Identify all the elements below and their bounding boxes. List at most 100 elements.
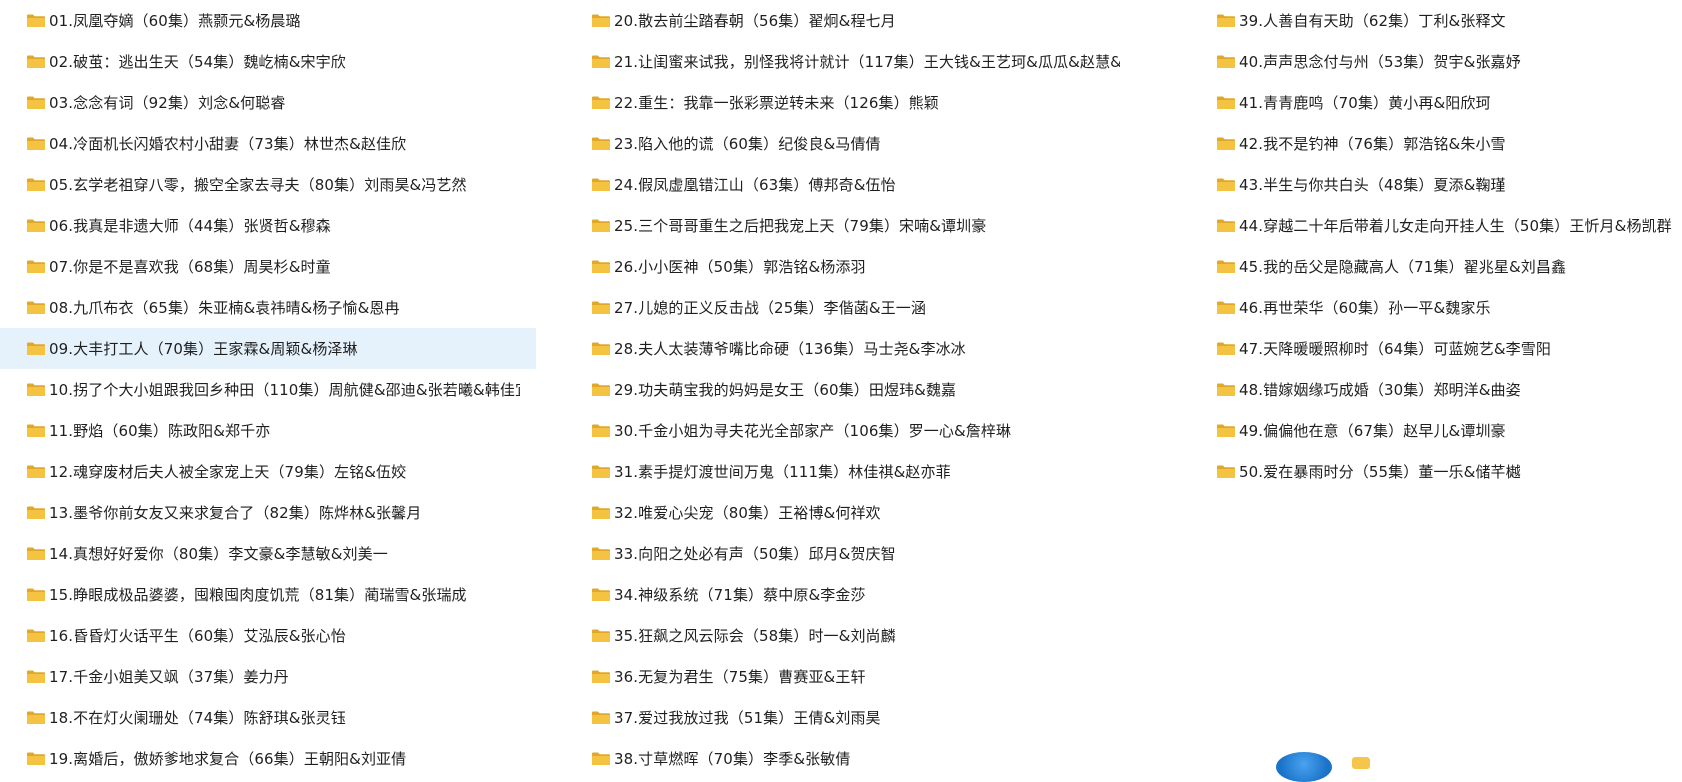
folder-icon xyxy=(592,670,610,683)
folder-item[interactable]: 11.野焰（60集）陈政阳&郑千亦 xyxy=(0,410,520,451)
folder-item[interactable]: 22.重生：我靠一张彩票逆转未来（126集）熊颖 xyxy=(560,82,1120,123)
folder-item[interactable]: 23.陷入他的谎（60集）纪俊良&马倩倩 xyxy=(560,123,1120,164)
folder-item[interactable]: 19.离婚后，傲娇爹地求复合（66集）王朝阳&刘亚倩 xyxy=(0,738,520,779)
folder-label: 27.儿媳的正义反击战（25集）李偕菡&王一涵 xyxy=(614,299,926,317)
folder-icon xyxy=(27,301,45,314)
folder-item[interactable]: 48.错嫁姻缘巧成婚（30集）郑明洋&曲姿 xyxy=(1185,369,1682,410)
folder-item[interactable]: 10.拐了个大小姐跟我回乡种田（110集）周航健&邵迪&张若曦&韩佳宜 xyxy=(0,369,520,410)
folder-icon xyxy=(27,547,45,560)
folder-label: 46.再世荣华（60集）孙一平&魏家乐 xyxy=(1239,299,1491,317)
folder-item[interactable]: 42.我不是钓神（76集）郭浩铭&朱小雪 xyxy=(1185,123,1682,164)
folder-icon xyxy=(1217,55,1235,68)
folder-item[interactable]: 26.小小医神（50集）郭浩铭&杨添羽 xyxy=(560,246,1120,287)
folder-label: 04.冷面机长闪婚农村小甜妻（73集）林世杰&赵佳欣 xyxy=(49,135,407,153)
folder-item[interactable]: 07.你是不是喜欢我（68集）周昊杉&时童 xyxy=(0,246,520,287)
folder-icon xyxy=(1217,178,1235,191)
folder-item[interactable]: 27.儿媳的正义反击战（25集）李偕菡&王一涵 xyxy=(560,287,1120,328)
folder-icon xyxy=(27,629,45,642)
folder-item[interactable]: 47.天降暖暖照柳时（64集）可蓝婉艺&李雪阳 xyxy=(1185,328,1682,369)
folder-item[interactable]: 14.真想好好爱你（80集）李文豪&李慧敏&刘美一 xyxy=(0,533,520,574)
folder-item[interactable]: 18.不在灯火阑珊处（74集）陈舒琪&张灵钰 xyxy=(0,697,520,738)
folder-item[interactable]: 46.再世荣华（60集）孙一平&魏家乐 xyxy=(1185,287,1682,328)
folder-icon xyxy=(592,301,610,314)
folder-item[interactable]: 39.人善自有天助（62集）丁利&张释文 xyxy=(1185,0,1682,41)
folder-item[interactable]: 12.魂穿废材后夫人被全家宠上天（79集）左铭&伍姣 xyxy=(0,451,520,492)
folder-column-1: 01.凤凰夺嫡（60集）燕颢元&杨晨璐 02.破茧：逃出生天（54集）魏屹楠&宋宇… xyxy=(0,0,536,779)
folder-icon xyxy=(27,137,45,150)
folder-label: 17.千金小姐美又飒（37集）姜力丹 xyxy=(49,668,289,686)
folder-item[interactable]: 43.半生与你共白头（48集）夏添&鞠瑾 xyxy=(1185,164,1682,205)
folder-icon xyxy=(27,711,45,724)
folder-item[interactable]: 44.穿越二十年后带着儿女走向开挂人生（50集）王忻月&杨凯群 xyxy=(1185,205,1682,246)
folder-label: 09.大丰打工人（70集）王家霖&周颖&杨泽琳 xyxy=(49,340,358,358)
folder-icon xyxy=(592,55,610,68)
folder-item[interactable]: 25.三个哥哥重生之后把我宠上天（79集）宋喃&谭圳豪 xyxy=(560,205,1120,246)
folder-item[interactable]: 03.念念有词（92集）刘念&何聪睿 xyxy=(0,82,520,123)
folder-label: 38.寸草燃晖（70集）李季&张敏倩 xyxy=(614,750,851,768)
folder-label: 13.墨爷你前女友又来求复合了（82集）陈烨林&张馨月 xyxy=(49,504,422,522)
folder-label: 02.破茧：逃出生天（54集）魏屹楠&宋宇欣 xyxy=(49,53,346,71)
folder-label: 11.野焰（60集）陈政阳&郑千亦 xyxy=(49,422,271,440)
folder-item[interactable]: 08.九爪布衣（65集）朱亚楠&袁祎晴&杨子愉&恩冉 xyxy=(0,287,520,328)
folder-icon xyxy=(592,14,610,27)
folder-label: 25.三个哥哥重生之后把我宠上天（79集）宋喃&谭圳豪 xyxy=(614,217,987,235)
folder-item[interactable]: 40.声声思念付与州（53集）贺宇&张嘉妤 xyxy=(1185,41,1682,82)
folder-label: 16.昏昏灯火话平生（60集）艾泓辰&张心怡 xyxy=(49,627,346,645)
folder-icon xyxy=(1217,342,1235,355)
folder-icon xyxy=(1217,14,1235,27)
folder-icon xyxy=(1217,424,1235,437)
folder-column-2: 20.散去前尘踏春朝（56集）翟炯&程七月 21.让闺蜜来试我，别怪我将计就计（1… xyxy=(560,0,1120,779)
folder-item[interactable]: 24.假凤虚凰错江山（63集）傅邦奇&伍怡 xyxy=(560,164,1120,205)
folder-item[interactable]: 09.大丰打工人（70集）王家霖&周颖&杨泽琳 xyxy=(0,328,536,369)
folder-icon xyxy=(1217,465,1235,478)
folder-item[interactable]: 01.凤凰夺嫡（60集）燕颢元&杨晨璐 xyxy=(0,0,520,41)
overlay-folder-icon xyxy=(1352,757,1370,769)
folder-item[interactable]: 21.让闺蜜来试我，别怪我将计就计（117集）王大钱&王艺珂&瓜瓜&赵慧&琳琳 xyxy=(560,41,1120,82)
folder-label: 01.凤凰夺嫡（60集）燕颢元&杨晨璐 xyxy=(49,12,301,30)
folder-item[interactable]: 34.神级系统（71集）蔡中原&李金莎 xyxy=(560,574,1120,615)
folder-item[interactable]: 41.青青鹿鸣（70集）黄小再&阳欣珂 xyxy=(1185,82,1682,123)
folder-item[interactable]: 16.昏昏灯火话平生（60集）艾泓辰&张心怡 xyxy=(0,615,520,656)
folder-label: 48.错嫁姻缘巧成婚（30集）郑明洋&曲姿 xyxy=(1239,381,1521,399)
folder-icon xyxy=(1217,96,1235,109)
folder-label: 49.偏偏他在意（67集）赵早儿&谭圳豪 xyxy=(1239,422,1506,440)
folder-item[interactable]: 31.素手提灯渡世间万鬼（111集）林佳祺&赵亦菲 xyxy=(560,451,1120,492)
folder-icon xyxy=(27,424,45,437)
folder-item[interactable]: 32.唯爱心尖宠（80集）王裕博&何祥欢 xyxy=(560,492,1120,533)
folder-item[interactable]: 29.功夫萌宝我的妈妈是女王（60集）田煜玮&魏嘉 xyxy=(560,369,1120,410)
folder-label: 41.青青鹿鸣（70集）黄小再&阳欣珂 xyxy=(1239,94,1491,112)
folder-item[interactable]: 17.千金小姐美又飒（37集）姜力丹 xyxy=(0,656,520,697)
folder-label: 21.让闺蜜来试我，别怪我将计就计（117集）王大钱&王艺珂&瓜瓜&赵慧&琳琳 xyxy=(614,53,1120,71)
folder-item[interactable]: 06.我真是非遗大师（44集）张贤哲&穆森 xyxy=(0,205,520,246)
folder-icon xyxy=(592,342,610,355)
folder-label: 35.狂飙之风云际会（58集）时一&刘尚麟 xyxy=(614,627,896,645)
folder-item[interactable]: 04.冷面机长闪婚农村小甜妻（73集）林世杰&赵佳欣 xyxy=(0,123,520,164)
folder-item[interactable]: 30.千金小姐为寻夫花光全部家产（106集）罗一心&詹梓琳 xyxy=(560,410,1120,451)
folder-icon xyxy=(27,752,45,765)
folder-icon xyxy=(592,506,610,519)
folder-label: 10.拐了个大小姐跟我回乡种田（110集）周航健&邵迪&张若曦&韩佳宜 xyxy=(49,381,520,399)
folder-icon xyxy=(592,219,610,232)
folder-item[interactable]: 50.爱在暴雨时分（55集）董一乐&储芊樾 xyxy=(1185,451,1682,492)
folder-item[interactable]: 15.睁眼成极品婆婆，囤粮囤肉度饥荒（81集）蔺瑞雪&张瑞成 xyxy=(0,574,520,615)
folder-icon xyxy=(27,465,45,478)
folder-item[interactable]: 02.破茧：逃出生天（54集）魏屹楠&宋宇欣 xyxy=(0,41,520,82)
folder-item[interactable]: 35.狂飙之风云际会（58集）时一&刘尚麟 xyxy=(560,615,1120,656)
folder-icon xyxy=(592,752,610,765)
folder-item[interactable]: 49.偏偏他在意（67集）赵早儿&谭圳豪 xyxy=(1185,410,1682,451)
folder-item[interactable]: 36.无复为君生（75集）曹赛亚&王轩 xyxy=(560,656,1120,697)
folder-item[interactable]: 28.夫人太装薄爷嘴比命硬（136集）马士尧&李冰冰 xyxy=(560,328,1120,369)
folder-item[interactable]: 37.爱过我放过我（51集）王倩&刘雨昊 xyxy=(560,697,1120,738)
folder-item[interactable]: 20.散去前尘踏春朝（56集）翟炯&程七月 xyxy=(560,0,1120,41)
folder-item[interactable]: 45.我的岳父是隐藏高人（71集）翟兆星&刘昌鑫 xyxy=(1185,246,1682,287)
folder-label: 14.真想好好爱你（80集）李文豪&李慧敏&刘美一 xyxy=(49,545,388,563)
folder-item[interactable]: 38.寸草燃晖（70集）李季&张敏倩 xyxy=(560,738,1120,779)
folder-label: 03.念念有词（92集）刘念&何聪睿 xyxy=(49,94,286,112)
folder-column-3: 39.人善自有天助（62集）丁利&张释文 40.声声思念付与州（53集）贺宇&张嘉… xyxy=(1185,0,1682,492)
folder-item[interactable]: 13.墨爷你前女友又来求复合了（82集）陈烨林&张馨月 xyxy=(0,492,520,533)
folder-item[interactable]: 33.向阳之处必有声（50集）邱月&贺庆智 xyxy=(560,533,1120,574)
folder-item[interactable]: 05.玄学老祖穿八零，搬空全家去寻夫（80集）刘雨昊&冯艺然 xyxy=(0,164,520,205)
folder-label: 07.你是不是喜欢我（68集）周昊杉&时童 xyxy=(49,258,331,276)
folder-icon xyxy=(592,383,610,396)
folder-label: 12.魂穿废材后夫人被全家宠上天（79集）左铭&伍姣 xyxy=(49,463,407,481)
